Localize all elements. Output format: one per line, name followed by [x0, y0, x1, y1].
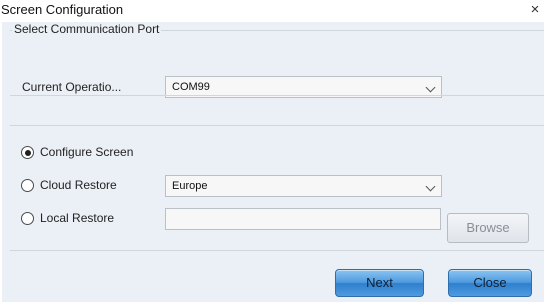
communication-port-group: Select Communication Port	[10, 22, 544, 116]
browse-button[interactable]: Browse	[447, 213, 529, 243]
footer-divider	[10, 250, 544, 251]
cloud-restore-label[interactable]: Cloud Restore	[40, 178, 117, 192]
title-bar: Screen Configuration ×	[0, 0, 544, 22]
region-select[interactable]: Europe	[165, 175, 442, 197]
group-legend: Select Communication Port	[12, 22, 162, 36]
next-button[interactable]: Next	[335, 269, 424, 297]
current-operation-label: Current Operatio...	[22, 80, 122, 94]
window-title: Screen Configuration	[1, 2, 124, 17]
port-select-value: COM99	[172, 81, 210, 93]
local-restore-radio[interactable]	[21, 212, 34, 225]
close-button[interactable]: Close	[448, 269, 532, 297]
local-restore-label[interactable]: Local Restore	[40, 211, 114, 225]
close-icon[interactable]: ×	[528, 0, 542, 20]
configure-screen-radio[interactable]	[21, 146, 34, 159]
local-restore-path-input[interactable]	[165, 208, 441, 230]
configure-screen-label[interactable]: Configure Screen	[40, 145, 133, 159]
options-top-divider	[10, 125, 544, 126]
dialog-body: Select Communication Port Current Operat…	[2, 22, 544, 302]
chevron-down-icon	[425, 181, 436, 192]
region-select-value: Europe	[172, 180, 208, 192]
group-bottom-divider	[10, 95, 544, 96]
cloud-restore-radio[interactable]	[21, 179, 34, 192]
chevron-down-icon	[425, 82, 436, 93]
